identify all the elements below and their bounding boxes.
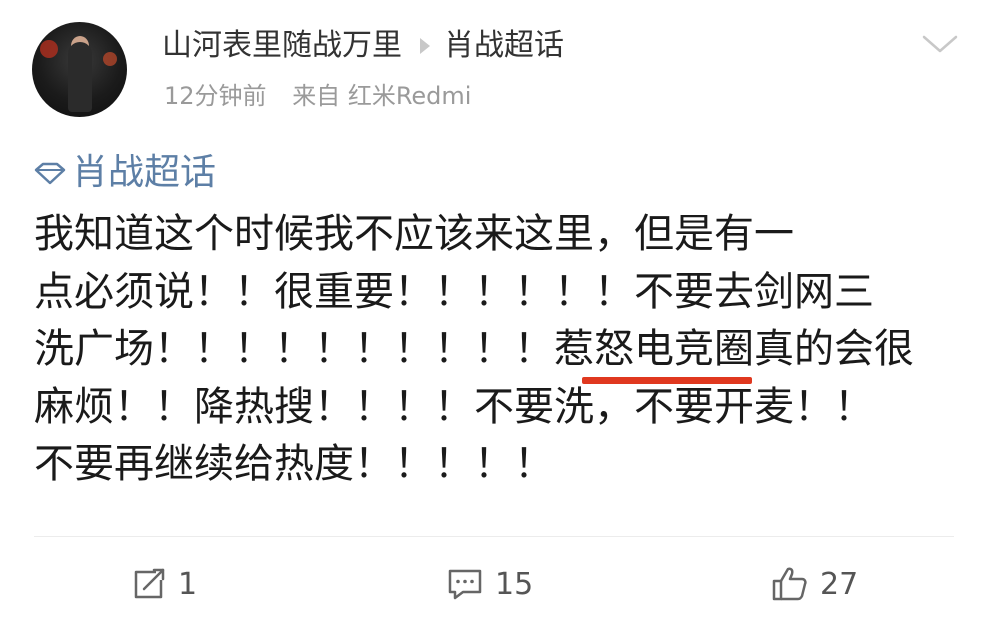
comment-count: 15	[495, 566, 534, 602]
repost-count: 1	[178, 566, 198, 602]
post-header: 山河表里随战万里 肖战超话	[162, 26, 564, 66]
divider	[34, 536, 954, 537]
post-line: 麻烦！！降热搜！！！！不要洗，不要开麦！！	[34, 383, 874, 430]
topic-tag[interactable]: 肖战超话	[34, 148, 216, 198]
post-source: 来自 红米Redmi	[292, 82, 472, 110]
diamond-icon	[34, 162, 66, 185]
post-line: 点必须说！！很重要！！！！！！不要去剑网三	[34, 268, 874, 315]
like-button[interactable]: 27	[770, 556, 858, 612]
post-time: 12分钟前	[164, 82, 267, 110]
repost-button[interactable]: 1	[130, 556, 197, 612]
post-line: 不要再继续给热度！！！！！	[34, 441, 554, 487]
post-body: 我知道这个时候我不应该来这里，但是有一 点必须说！！很重要！！！！！！不要去剑网…	[34, 206, 954, 494]
highlight-underline	[582, 377, 752, 384]
post-line: 洗广场！！！！！！！！！！惹怒电竞圈真的会很	[34, 326, 914, 372]
like-count: 27	[820, 566, 859, 602]
username[interactable]: 山河表里随战万里	[162, 26, 402, 66]
comment-button[interactable]: 15	[445, 556, 533, 612]
action-bar: 1 15 27	[0, 556, 992, 612]
thumbs-up-icon	[772, 567, 807, 601]
avatar[interactable]	[32, 22, 127, 117]
avatar-figure-body	[68, 42, 92, 112]
topic-link[interactable]: 肖战超话	[444, 26, 564, 66]
avatar-decoration	[40, 40, 58, 58]
post-line: 我知道这个时候我不应该来这里，但是有一	[34, 211, 794, 257]
chevron-down-icon[interactable]	[920, 30, 960, 58]
avatar-decoration	[103, 52, 117, 66]
post-meta: 12分钟前 来自 红米Redmi	[164, 80, 489, 112]
topic-tag-label: 肖战超话	[72, 152, 217, 193]
repost-icon	[134, 568, 165, 599]
separator-arrow-icon	[420, 38, 430, 54]
comment-icon	[448, 569, 482, 600]
